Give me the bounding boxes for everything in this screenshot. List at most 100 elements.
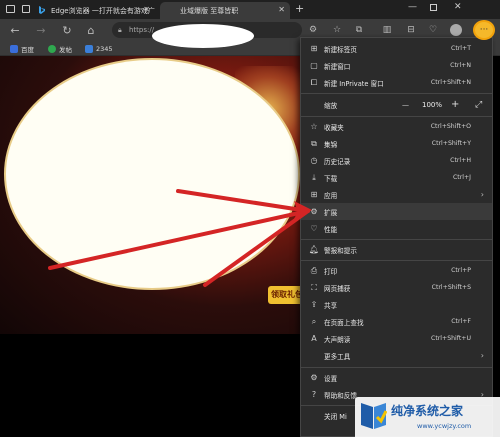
- menu-shortcut: Ctrl+J: [452, 174, 471, 181]
- favorites-icon: ☆: [310, 122, 318, 131]
- menu-item-history[interactable]: ◷ 历史记录 Ctrl+H: [301, 152, 492, 169]
- back-icon[interactable]: ←: [8, 23, 22, 37]
- menu-item-downloads[interactable]: ⤓ 下载 Ctrl+J: [301, 169, 492, 186]
- menu-label: 大声朗读: [324, 335, 351, 344]
- minimize-icon[interactable]: —: [408, 2, 417, 12]
- menu-label: 集锦: [324, 140, 338, 149]
- avatar[interactable]: [450, 24, 462, 36]
- menu-label: 应用: [324, 191, 338, 200]
- new-tab-icon[interactable]: +: [295, 2, 304, 15]
- menu-label: 新建标签页: [324, 45, 357, 54]
- menu-label: 打印: [324, 267, 338, 276]
- print-icon: ⎙: [310, 265, 318, 275]
- menu-item-print[interactable]: ⎙ 打印 Ctrl+P: [301, 262, 492, 279]
- tab-active[interactable]: 业域爆版 至尊皆职 ✕: [160, 2, 290, 19]
- tab-label: 业域爆版 至尊皆职: [180, 6, 239, 15]
- menu-item-favorites[interactable]: ☆ 收藏夹 Ctrl+Shift+O: [301, 118, 492, 135]
- watermark-title: 纯净系统之家: [391, 404, 464, 418]
- menu-label: 缩放: [324, 101, 338, 110]
- maximize-icon[interactable]: [430, 4, 437, 11]
- banner-text: 领取礼包: [271, 290, 300, 299]
- new-window-icon: ▢: [310, 61, 318, 70]
- find-icon: ⌕: [311, 316, 317, 326]
- menu-label: 在页面上查找: [324, 318, 364, 327]
- menu-label: 扩展: [324, 208, 338, 217]
- redaction-circle: [4, 58, 300, 290]
- menu-shortcut: Ctrl+Shift+N: [430, 79, 471, 86]
- zoom-value: 100%: [422, 100, 443, 109]
- menu-item-alerts[interactable]: 🔔︎ 警报和提示: [301, 241, 492, 258]
- tab-list-icon[interactable]: [22, 5, 30, 13]
- close-tab-icon[interactable]: ✕: [278, 5, 285, 14]
- capture-icon: ⛶: [311, 282, 317, 292]
- redaction-blob: [152, 24, 254, 48]
- inprivate-icon: ⧠: [310, 77, 318, 87]
- bell-icon: 🔔︎: [308, 245, 320, 254]
- tab-bar: Edge浏览器 一打开就会有游戏广告 ✕ 业域爆版 至尊皆职 ✕ + — ✕: [0, 0, 500, 19]
- menu-item-new-window[interactable]: ▢ 新建窗口 Ctrl+N: [301, 57, 492, 74]
- menu-item-more-tools[interactable]: 更多工具 ›: [301, 347, 492, 364]
- menu-label: 更多工具: [324, 352, 351, 361]
- window-menu-icon[interactable]: [6, 5, 15, 13]
- menu-shortcut: Ctrl+T: [451, 45, 471, 52]
- divider: [301, 260, 492, 261]
- browser-essentials-icon[interactable]: ♡: [426, 23, 440, 37]
- close-window-icon[interactable]: ✕: [454, 2, 462, 12]
- favorites-bar-icon[interactable]: ⊟: [404, 23, 418, 37]
- ellipsis-icon: ···: [479, 25, 489, 35]
- menu-item-apps[interactable]: ⊞ 应用 ›: [301, 186, 492, 203]
- 2345-icon: [85, 44, 93, 53]
- home-icon[interactable]: ⌂: [84, 23, 98, 37]
- menu-item-settings[interactable]: ⚙ 设置: [301, 369, 492, 386]
- close-tab-icon[interactable]: ✕: [143, 5, 150, 14]
- help-icon: ?: [311, 390, 317, 399]
- favorite-post[interactable]: 发帖: [48, 43, 72, 54]
- favorites-toolbar-icon[interactable]: ☆: [330, 23, 344, 37]
- bing-icon: [38, 6, 46, 14]
- divider: [301, 93, 492, 94]
- menu-item-new-tab[interactable]: ⊞ 新建标签页 Ctrl+T: [301, 40, 492, 57]
- refresh-icon[interactable]: ↻: [60, 23, 74, 37]
- settings-menu: ⊞ 新建标签页 Ctrl+T ▢ 新建窗口 Ctrl+N ⧠ 新建 InPriv…: [300, 37, 493, 437]
- menu-label: 网页捕获: [324, 284, 351, 293]
- history-icon: ◷: [310, 156, 318, 165]
- fullscreen-icon[interactable]: ⤢: [475, 100, 482, 110]
- zoom-out-button[interactable]: —: [402, 101, 409, 109]
- menu-item-performance[interactable]: ♡ 性能: [301, 220, 492, 237]
- menu-item-read-aloud[interactable]: A 大声朗读 Ctrl+Shift+U: [301, 330, 492, 347]
- menu-item-new-inprivate[interactable]: ⧠ 新建 InPrivate 窗口 Ctrl+Shift+N: [301, 74, 492, 91]
- lock-icon: 🔒︎: [118, 26, 122, 34]
- menu-label: 新建窗口: [324, 62, 351, 71]
- menu-shortcut: Ctrl+N: [450, 62, 471, 69]
- zoom-in-button[interactable]: +: [451, 99, 459, 110]
- menu-item-share[interactable]: ⇪ 共享: [301, 296, 492, 313]
- menu-item-web-capture[interactable]: ⛶ 网页捕获 Ctrl+Shift+S: [301, 279, 492, 296]
- menu-item-find[interactable]: ⌕ 在页面上查找 Ctrl+F: [301, 313, 492, 330]
- menu-shortcut: Ctrl+Shift+O: [430, 123, 471, 130]
- menu-item-collections[interactable]: ⧉ 集锦 Ctrl+Shift+Y: [301, 135, 492, 152]
- menu-shortcut: Ctrl+P: [451, 267, 471, 274]
- baidu-icon: [10, 44, 18, 53]
- tab-edge[interactable]: Edge浏览器 一打开就会有游戏广告 ✕: [33, 2, 155, 19]
- favorite-label: 百度: [21, 45, 34, 54]
- read-aloud-icon: A: [311, 334, 317, 343]
- menu-label: 帮助和反馈: [324, 391, 357, 400]
- menu-shortcut: Ctrl+Shift+U: [431, 335, 471, 342]
- promo-banner[interactable]: 领取礼包: [268, 286, 300, 304]
- favorite-2345[interactable]: 2345: [85, 43, 113, 54]
- menu-label: 关闭 Mi: [324, 412, 347, 421]
- menu-label: 设置: [324, 374, 338, 383]
- divider: [301, 116, 492, 117]
- forward-icon[interactable]: →: [34, 23, 48, 37]
- watermark-logo: [361, 403, 387, 429]
- more-options-button[interactable]: ···: [473, 20, 495, 40]
- favorite-baidu[interactable]: 百度: [10, 43, 34, 54]
- extensions-icon: ⚙: [310, 207, 318, 216]
- favorite-label: 发帖: [59, 45, 72, 54]
- collections-toolbar-icon[interactable]: ⧉: [352, 23, 366, 37]
- menu-label: 新建 InPrivate 窗口: [324, 79, 384, 88]
- extensions-toolbar-icon[interactable]: ⚙: [306, 23, 320, 37]
- menu-item-extensions[interactable]: ⚙ 扩展: [301, 203, 492, 220]
- split-screen-icon[interactable]: ▥: [380, 23, 394, 37]
- post-icon: [48, 44, 56, 53]
